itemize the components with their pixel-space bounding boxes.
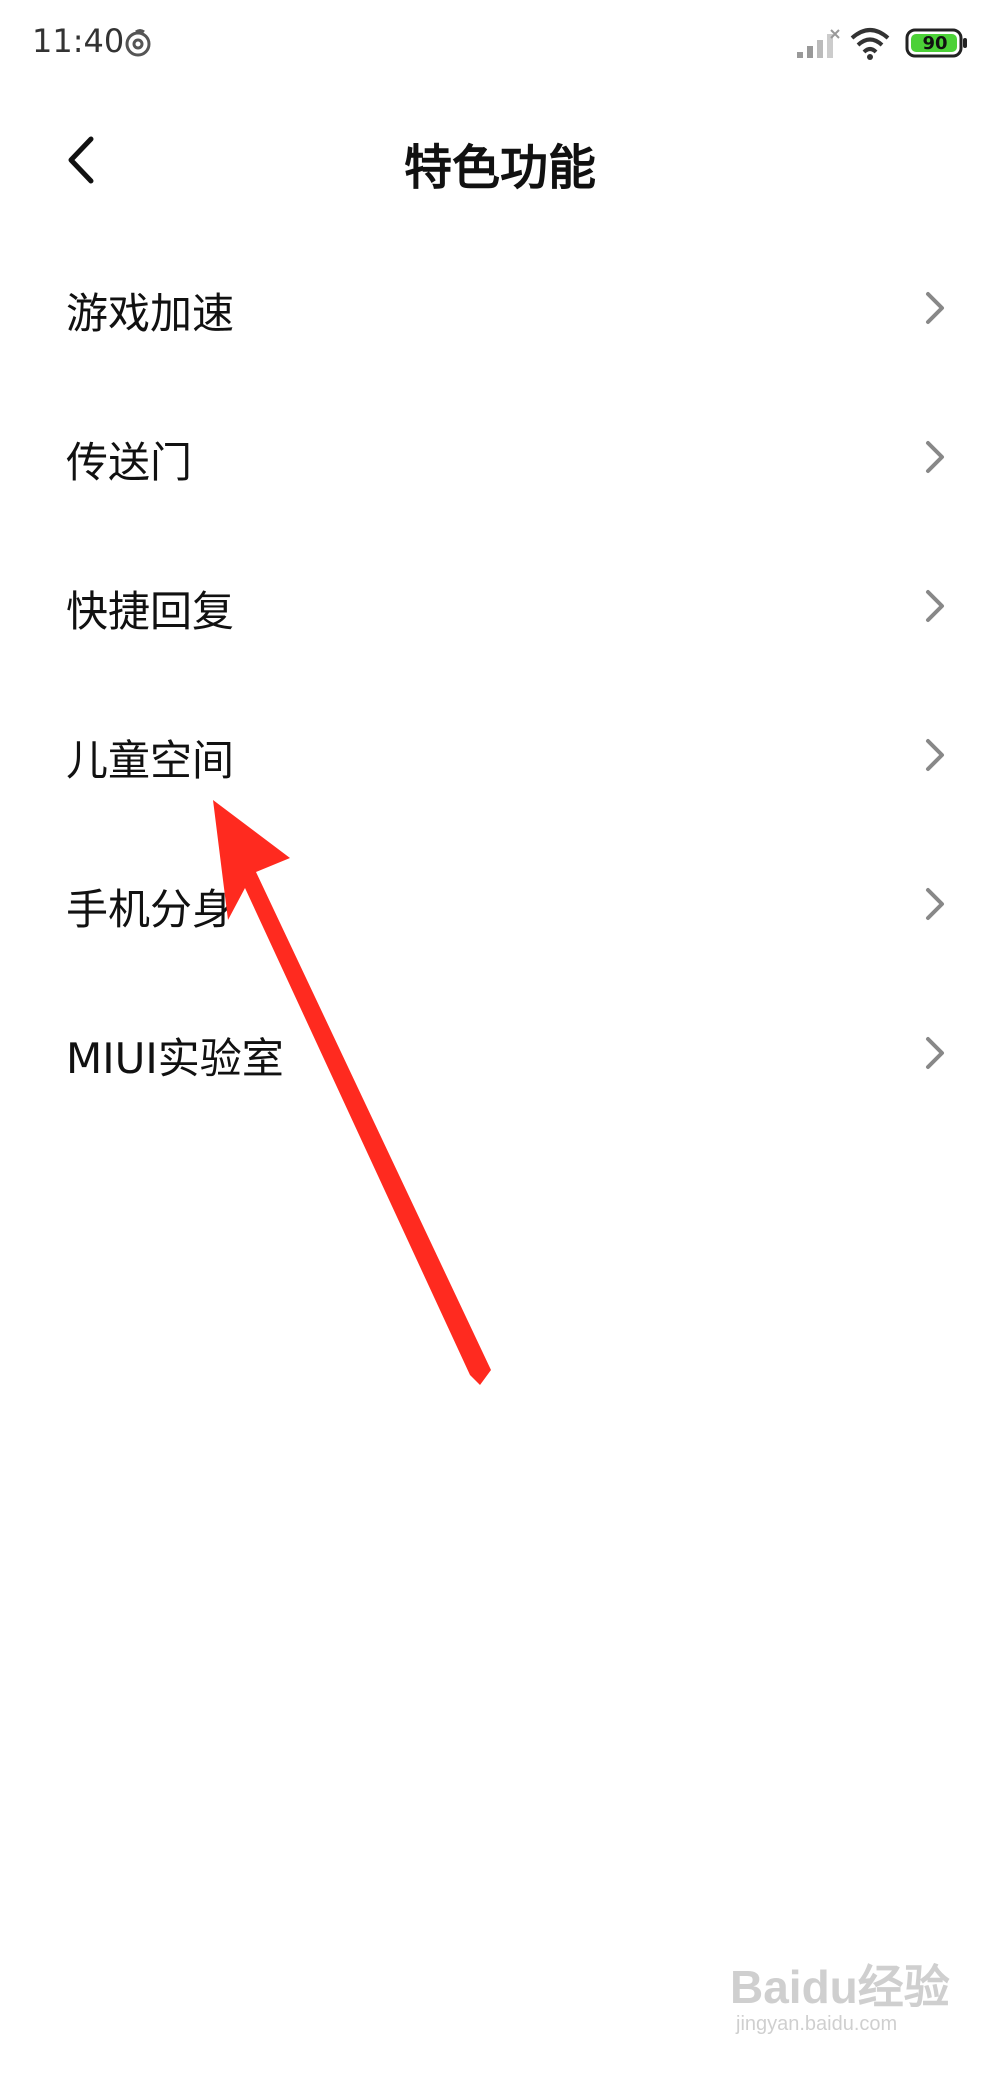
- battery-level: 90: [922, 32, 948, 54]
- chevron-right-icon: [926, 590, 944, 622]
- chevron-right-icon: [926, 1037, 944, 1069]
- menu-item-game-acceleration[interactable]: 游戏加速: [0, 240, 1000, 389]
- battery-icon: 90: [905, 28, 969, 58]
- menu-item-miui-lab[interactable]: MIUI实验室: [0, 985, 1000, 1134]
- signal-icon: [797, 29, 840, 58]
- screen: 11:40 90 特色功能 游戏加速 传送门 快捷回复 儿童空间 手机分身 MI…: [0, 0, 1000, 2081]
- app-notification-icon: [125, 29, 151, 57]
- watermark-sub: jingyan.baidu.com: [736, 2013, 898, 2035]
- menu-item-second-space[interactable]: 手机分身: [0, 836, 1000, 985]
- baidu-watermark: Baidu经验 jingyan.baidu.com: [730, 1941, 960, 2051]
- menu-item-portal[interactable]: 传送门: [0, 389, 1000, 538]
- menu-item-label: 游戏加速: [66, 289, 235, 338]
- chevron-right-icon: [926, 739, 944, 771]
- chevron-right-icon: [926, 441, 944, 473]
- chevron-right-icon: [926, 888, 944, 920]
- menu-item-label: 传送门: [66, 438, 193, 487]
- status-bar: 11:40 90: [0, 0, 1000, 90]
- menu-item-label: 快捷回复: [66, 587, 235, 636]
- page-title: 特色功能: [403, 140, 596, 196]
- menu-item-label: 儿童空间: [66, 736, 235, 785]
- menu-item-label: MIUI实验室: [66, 1034, 284, 1083]
- header: 特色功能: [0, 110, 1000, 210]
- menu-item-kids-space[interactable]: 儿童空间: [0, 687, 1000, 836]
- chevron-right-icon: [926, 292, 944, 324]
- wifi-icon: [850, 28, 890, 60]
- menu-item-quick-reply[interactable]: 快捷回复: [0, 538, 1000, 687]
- watermark-text: Baidu经验: [730, 1961, 950, 2013]
- menu-list: 游戏加速 传送门 快捷回复 儿童空间 手机分身 MIUI实验室: [0, 240, 1000, 1134]
- status-time: 11:40: [32, 22, 125, 60]
- menu-item-label: 手机分身: [66, 885, 235, 934]
